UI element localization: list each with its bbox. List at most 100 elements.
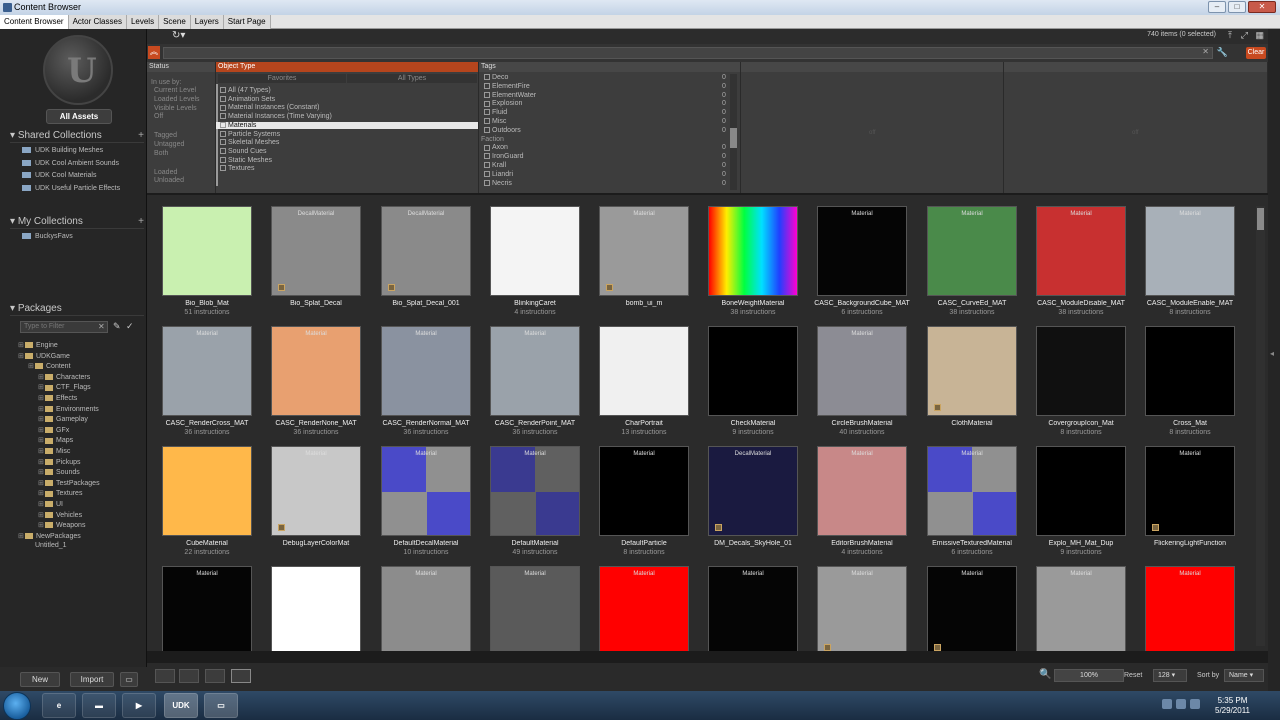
asset-thumbnail[interactable]: Material xyxy=(490,566,580,651)
checkbox[interactable] xyxy=(484,100,490,107)
package-tree-item[interactable]: ⊞ Engine xyxy=(18,341,58,349)
grid-scrollbar[interactable] xyxy=(1256,206,1265,646)
package-tree-item[interactable]: ⊞ Misc xyxy=(38,447,70,455)
tab-start-page[interactable]: Start Page xyxy=(223,15,271,29)
clear-button[interactable]: Clear xyxy=(1246,47,1266,59)
expand-toggle-icon[interactable]: ⊞ xyxy=(38,394,45,402)
tag-option[interactable]: Necris xyxy=(484,180,512,187)
asset-thumbnail[interactable]: Material xyxy=(1145,446,1235,536)
asset-tile[interactable]: Material DefaultParticle 8 instructions xyxy=(599,446,689,566)
checkbox[interactable] xyxy=(220,87,226,94)
tab-content-browser[interactable]: Content Browser xyxy=(0,15,69,29)
asset-thumbnail[interactable]: Material xyxy=(927,566,1017,651)
asset-thumbnail[interactable]: Material xyxy=(162,326,252,416)
asset-tile[interactable]: Material CircleBrushMaterial 40 instructio… xyxy=(817,326,907,446)
asset-thumbnail[interactable]: Material xyxy=(1036,206,1126,296)
package-tree-item[interactable]: ⊞ Textures xyxy=(38,489,82,497)
asset-tile[interactable]: Material CASC_RenderNone_MAT 36 instructio… xyxy=(271,326,361,446)
object-type-option[interactable]: Skeletal Meshes xyxy=(220,139,279,146)
status-option[interactable]: Loaded Levels xyxy=(154,96,200,103)
expand-toggle-icon[interactable]: ⊞ xyxy=(38,383,45,391)
asset-thumbnail[interactable]: Material xyxy=(1145,206,1235,296)
status-option[interactable]: Unloaded xyxy=(154,177,184,184)
asset-tile[interactable]: Material xyxy=(162,566,252,651)
expand-toggle-icon[interactable]: ⊞ xyxy=(38,405,45,413)
asset-tile[interactable]: Material CASC_RenderNormal_MAT 36 instruct… xyxy=(381,326,471,446)
expand-icon[interactable]: ⤢ xyxy=(1241,30,1248,41)
asset-tile[interactable]: Material xyxy=(817,566,907,651)
asset-thumbnail[interactable] xyxy=(1145,326,1235,416)
thumb-size-select[interactable]: 128 ▾ xyxy=(1153,669,1187,682)
asset-thumbnail[interactable] xyxy=(1036,446,1126,536)
asset-thumbnail[interactable]: Material xyxy=(381,566,471,651)
asset-tile[interactable]: Material xyxy=(927,566,1017,651)
tag-option[interactable]: Fluid xyxy=(484,109,507,116)
status-option[interactable]: Loaded xyxy=(154,169,177,176)
search-input[interactable]: ✕ xyxy=(163,47,1213,59)
wrench-icon[interactable]: 🔧 xyxy=(1217,47,1228,58)
asset-thumbnail[interactable]: Material xyxy=(927,206,1017,296)
checkbox[interactable] xyxy=(484,126,490,133)
package-tree-item[interactable]: ⊞ TestPackages xyxy=(38,479,100,487)
checkbox[interactable] xyxy=(484,109,490,116)
collapse-filters-button[interactable]: ︽ xyxy=(148,46,160,59)
object-type-option[interactable]: Sound Cues xyxy=(220,148,267,155)
close-button[interactable]: ✕ xyxy=(1248,1,1276,13)
asset-tile[interactable]: CovergroupIcon_Mat 8 instructions xyxy=(1036,326,1126,446)
expand-toggle-icon[interactable]: ⊞ xyxy=(38,447,45,455)
tag-option[interactable]: Liandri xyxy=(484,171,513,178)
object-type-option[interactable]: Static Meshes xyxy=(220,157,272,164)
package-tree-item[interactable]: ⊞ Maps xyxy=(38,436,73,444)
checkbox[interactable] xyxy=(484,179,490,186)
tag-option[interactable]: Outdoors xyxy=(484,127,521,134)
collection-item[interactable]: BuckysFavs xyxy=(22,233,73,240)
refresh-icon[interactable]: ↻▾ xyxy=(172,30,185,41)
object-type-option[interactable]: Material Instances (Time Varying) xyxy=(220,113,332,120)
status-option[interactable]: Untagged xyxy=(154,141,184,148)
arrow-left-icon[interactable]: ◂ xyxy=(1270,349,1274,358)
asset-tile[interactable]: DecalMaterial DM_Decals_SkyHole_01 xyxy=(708,446,798,566)
asset-thumbnail[interactable]: DecalMaterial xyxy=(708,446,798,536)
checkbox[interactable] xyxy=(484,82,490,89)
package-tree-item[interactable]: ⊞ Weapons xyxy=(38,521,85,529)
asset-thumbnail[interactable]: Material xyxy=(490,446,580,536)
expand-toggle-icon[interactable]: ⊞ xyxy=(38,373,45,381)
asset-tile[interactable] xyxy=(271,566,361,651)
asset-thumbnail[interactable]: Material xyxy=(490,326,580,416)
asset-thumbnail[interactable]: Material xyxy=(817,566,907,651)
asset-thumbnail[interactable]: Material xyxy=(708,566,798,651)
tag-option[interactable]: ElementWater xyxy=(484,92,536,99)
package-tree-item[interactable]: ⊞ Vehicles xyxy=(38,511,82,519)
asset-tile[interactable]: Material xyxy=(708,566,798,651)
view-split-button[interactable] xyxy=(179,669,199,683)
asset-tile[interactable]: CharPortrait 13 instructions xyxy=(599,326,689,446)
object-type-option[interactable]: Materials xyxy=(216,121,478,129)
expand-toggle-icon[interactable]: ⊞ xyxy=(38,479,45,487)
status-option[interactable]: Both xyxy=(154,150,168,157)
asset-tile[interactable]: Material EditorBrushMaterial 4 instruction… xyxy=(817,446,907,566)
packages-header[interactable]: ▾ Packages xyxy=(10,302,144,316)
asset-tile[interactable]: BoneWeightMaterial 38 instructions xyxy=(708,206,798,326)
asset-thumbnail[interactable] xyxy=(708,326,798,416)
tags-scrollbar[interactable] xyxy=(730,74,737,190)
zoom-icon[interactable]: 🔍 xyxy=(1039,669,1051,680)
expand-toggle-icon[interactable]: ⊞ xyxy=(38,521,45,529)
asset-tile[interactable]: Explo_MH_Mat_Dup 9 instructions xyxy=(1036,446,1126,566)
all-assets-button[interactable]: All Assets xyxy=(46,109,112,124)
asset-thumbnail[interactable]: Material xyxy=(1145,566,1235,651)
asset-thumbnail[interactable]: Material xyxy=(817,206,907,296)
asset-tile[interactable]: Material CASC_CurveEd_MAT 38 instructions xyxy=(927,206,1017,326)
asset-tile[interactable]: Material EmissiveTexturedMaterial 6 instru… xyxy=(927,446,1017,566)
clock[interactable]: 5:35 PM 5/29/2011 xyxy=(1215,696,1250,716)
my-collections-header[interactable]: ▾ My Collections + xyxy=(10,215,144,229)
expand-toggle-icon[interactable]: ⊞ xyxy=(38,426,45,434)
checkbox[interactable] xyxy=(484,170,490,177)
asset-thumbnail[interactable]: Material xyxy=(599,206,689,296)
tray-icon[interactable] xyxy=(1162,699,1172,709)
package-tree-item[interactable]: ⊞ CTF_Flags xyxy=(38,383,91,391)
checkbox[interactable] xyxy=(484,162,490,169)
checkbox[interactable] xyxy=(220,148,226,155)
checkbox[interactable] xyxy=(220,165,226,172)
checkbox[interactable] xyxy=(220,113,226,120)
status-option[interactable]: Visible Levels xyxy=(154,105,197,112)
